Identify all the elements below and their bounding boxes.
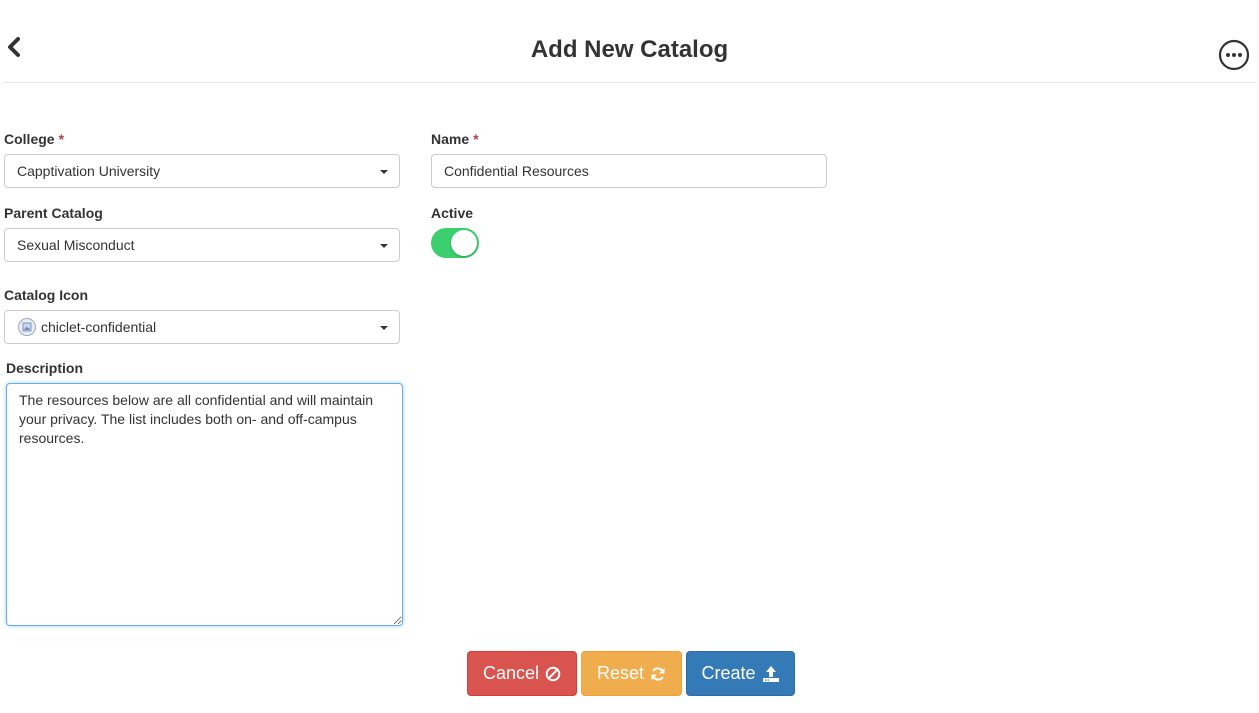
create-button[interactable]: Create [686,651,795,696]
cancel-button-label: Cancel [482,663,540,683]
required-marker: * [473,131,479,147]
college-label: College * [4,131,64,147]
reset-button[interactable]: Reset [581,651,682,696]
catalog-icon-select[interactable]: chiclet-confidential [4,310,400,344]
catalog-icon-select-value: chiclet-confidential [41,319,157,335]
college-select[interactable]: Capptivation University [4,154,400,188]
required-marker: * [58,131,65,147]
caret-down-icon [380,326,388,330]
description-label: Description [6,360,84,376]
name-label: Name * [431,131,479,147]
more-options-button[interactable] [1217,38,1251,72]
ellipsis-circle-icon [1218,39,1250,71]
reset-button-label: Reset [596,663,645,683]
caret-down-icon [380,244,388,248]
toggle-knob [451,230,477,256]
name-input[interactable] [431,154,827,188]
description-textarea[interactable]: The resources below are all confidential… [6,383,403,626]
page-title: Add New Catalog [530,36,729,63]
upload-icon [762,665,779,682]
caret-down-icon [380,170,388,174]
parent-catalog-select[interactable]: Sexual Misconduct [4,228,400,262]
college-label-text: College [4,131,55,147]
create-button-label: Create [701,663,756,683]
cancel-button[interactable]: Cancel [467,651,577,696]
name-label-text: Name [431,131,470,147]
refresh-icon [651,666,665,681]
ban-icon [545,666,561,681]
parent-catalog-label: Parent Catalog [4,205,103,221]
college-select-value: Capptivation University [17,163,161,179]
active-label: Active [431,205,474,221]
image-thumbnail-icon [18,318,36,336]
catalog-icon-label: Catalog Icon [4,287,89,303]
active-toggle[interactable] [431,228,479,258]
parent-catalog-select-value: Sexual Misconduct [17,237,135,253]
